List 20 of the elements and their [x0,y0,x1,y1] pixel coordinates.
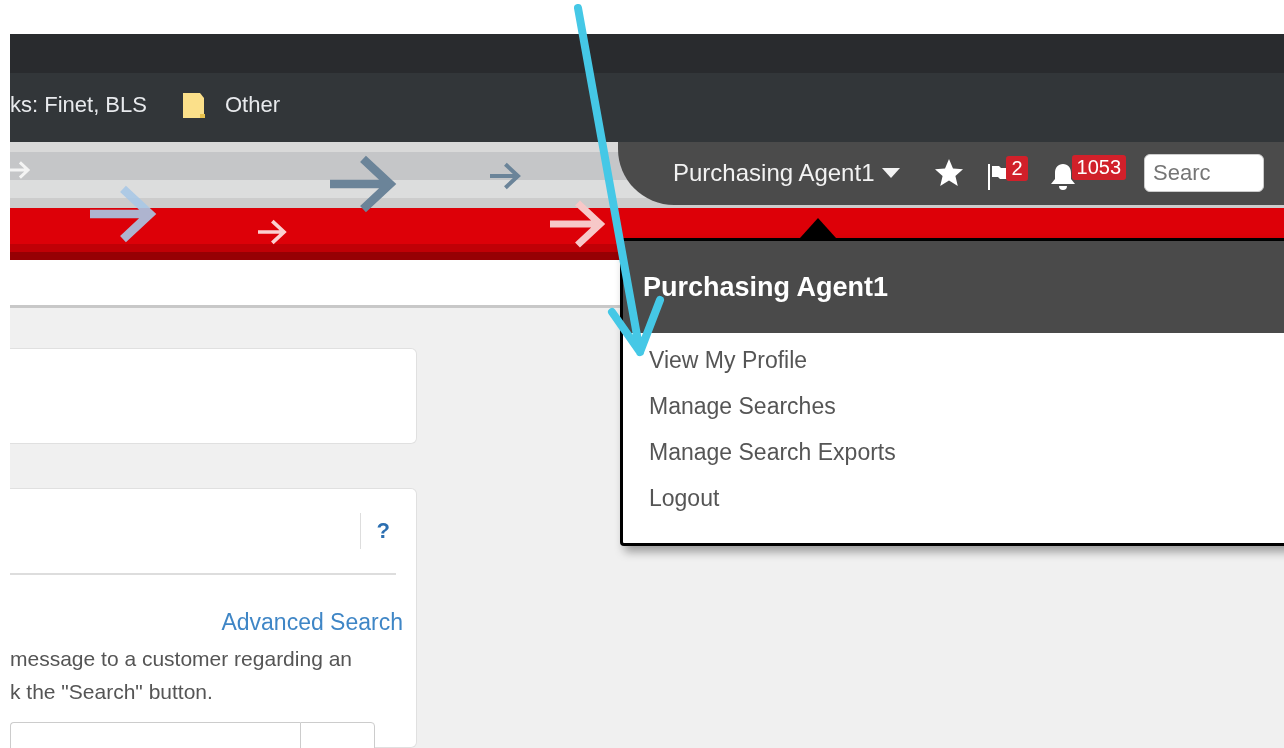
search-field[interactable]: Searc [1144,154,1265,193]
bell-icon[interactable] [1049,163,1076,192]
menu-item[interactable]: View My Profile [649,343,808,378]
menu-item[interactable]: Logout [649,481,720,516]
notification-count-badge: 1053 [1071,155,1127,181]
menu-item[interactable]: Manage Searches [649,389,836,424]
bookmark-folder[interactable]: Other [224,92,280,119]
flag-count-badge: 2 [1006,156,1028,182]
star-icon[interactable] [934,159,965,188]
bookmark-link[interactable]: ks: Finet, BLS [10,92,147,119]
advanced-search-link[interactable]: Advanced Search [10,609,403,636]
folder-icon[interactable] [182,92,205,119]
user-menu-button[interactable]: Purchasing Agent1 [673,159,901,188]
menu-item[interactable]: Manage Search Exports [649,435,896,470]
caret-icon [882,168,901,179]
search-input-field[interactable] [10,722,300,748]
help-link[interactable]: ? [376,518,390,544]
dropdown-title: Purchasing Agent1 [643,271,889,303]
description-text: message to a customer regarding an [10,646,354,672]
description-text: k the "Search" button. [10,679,214,705]
